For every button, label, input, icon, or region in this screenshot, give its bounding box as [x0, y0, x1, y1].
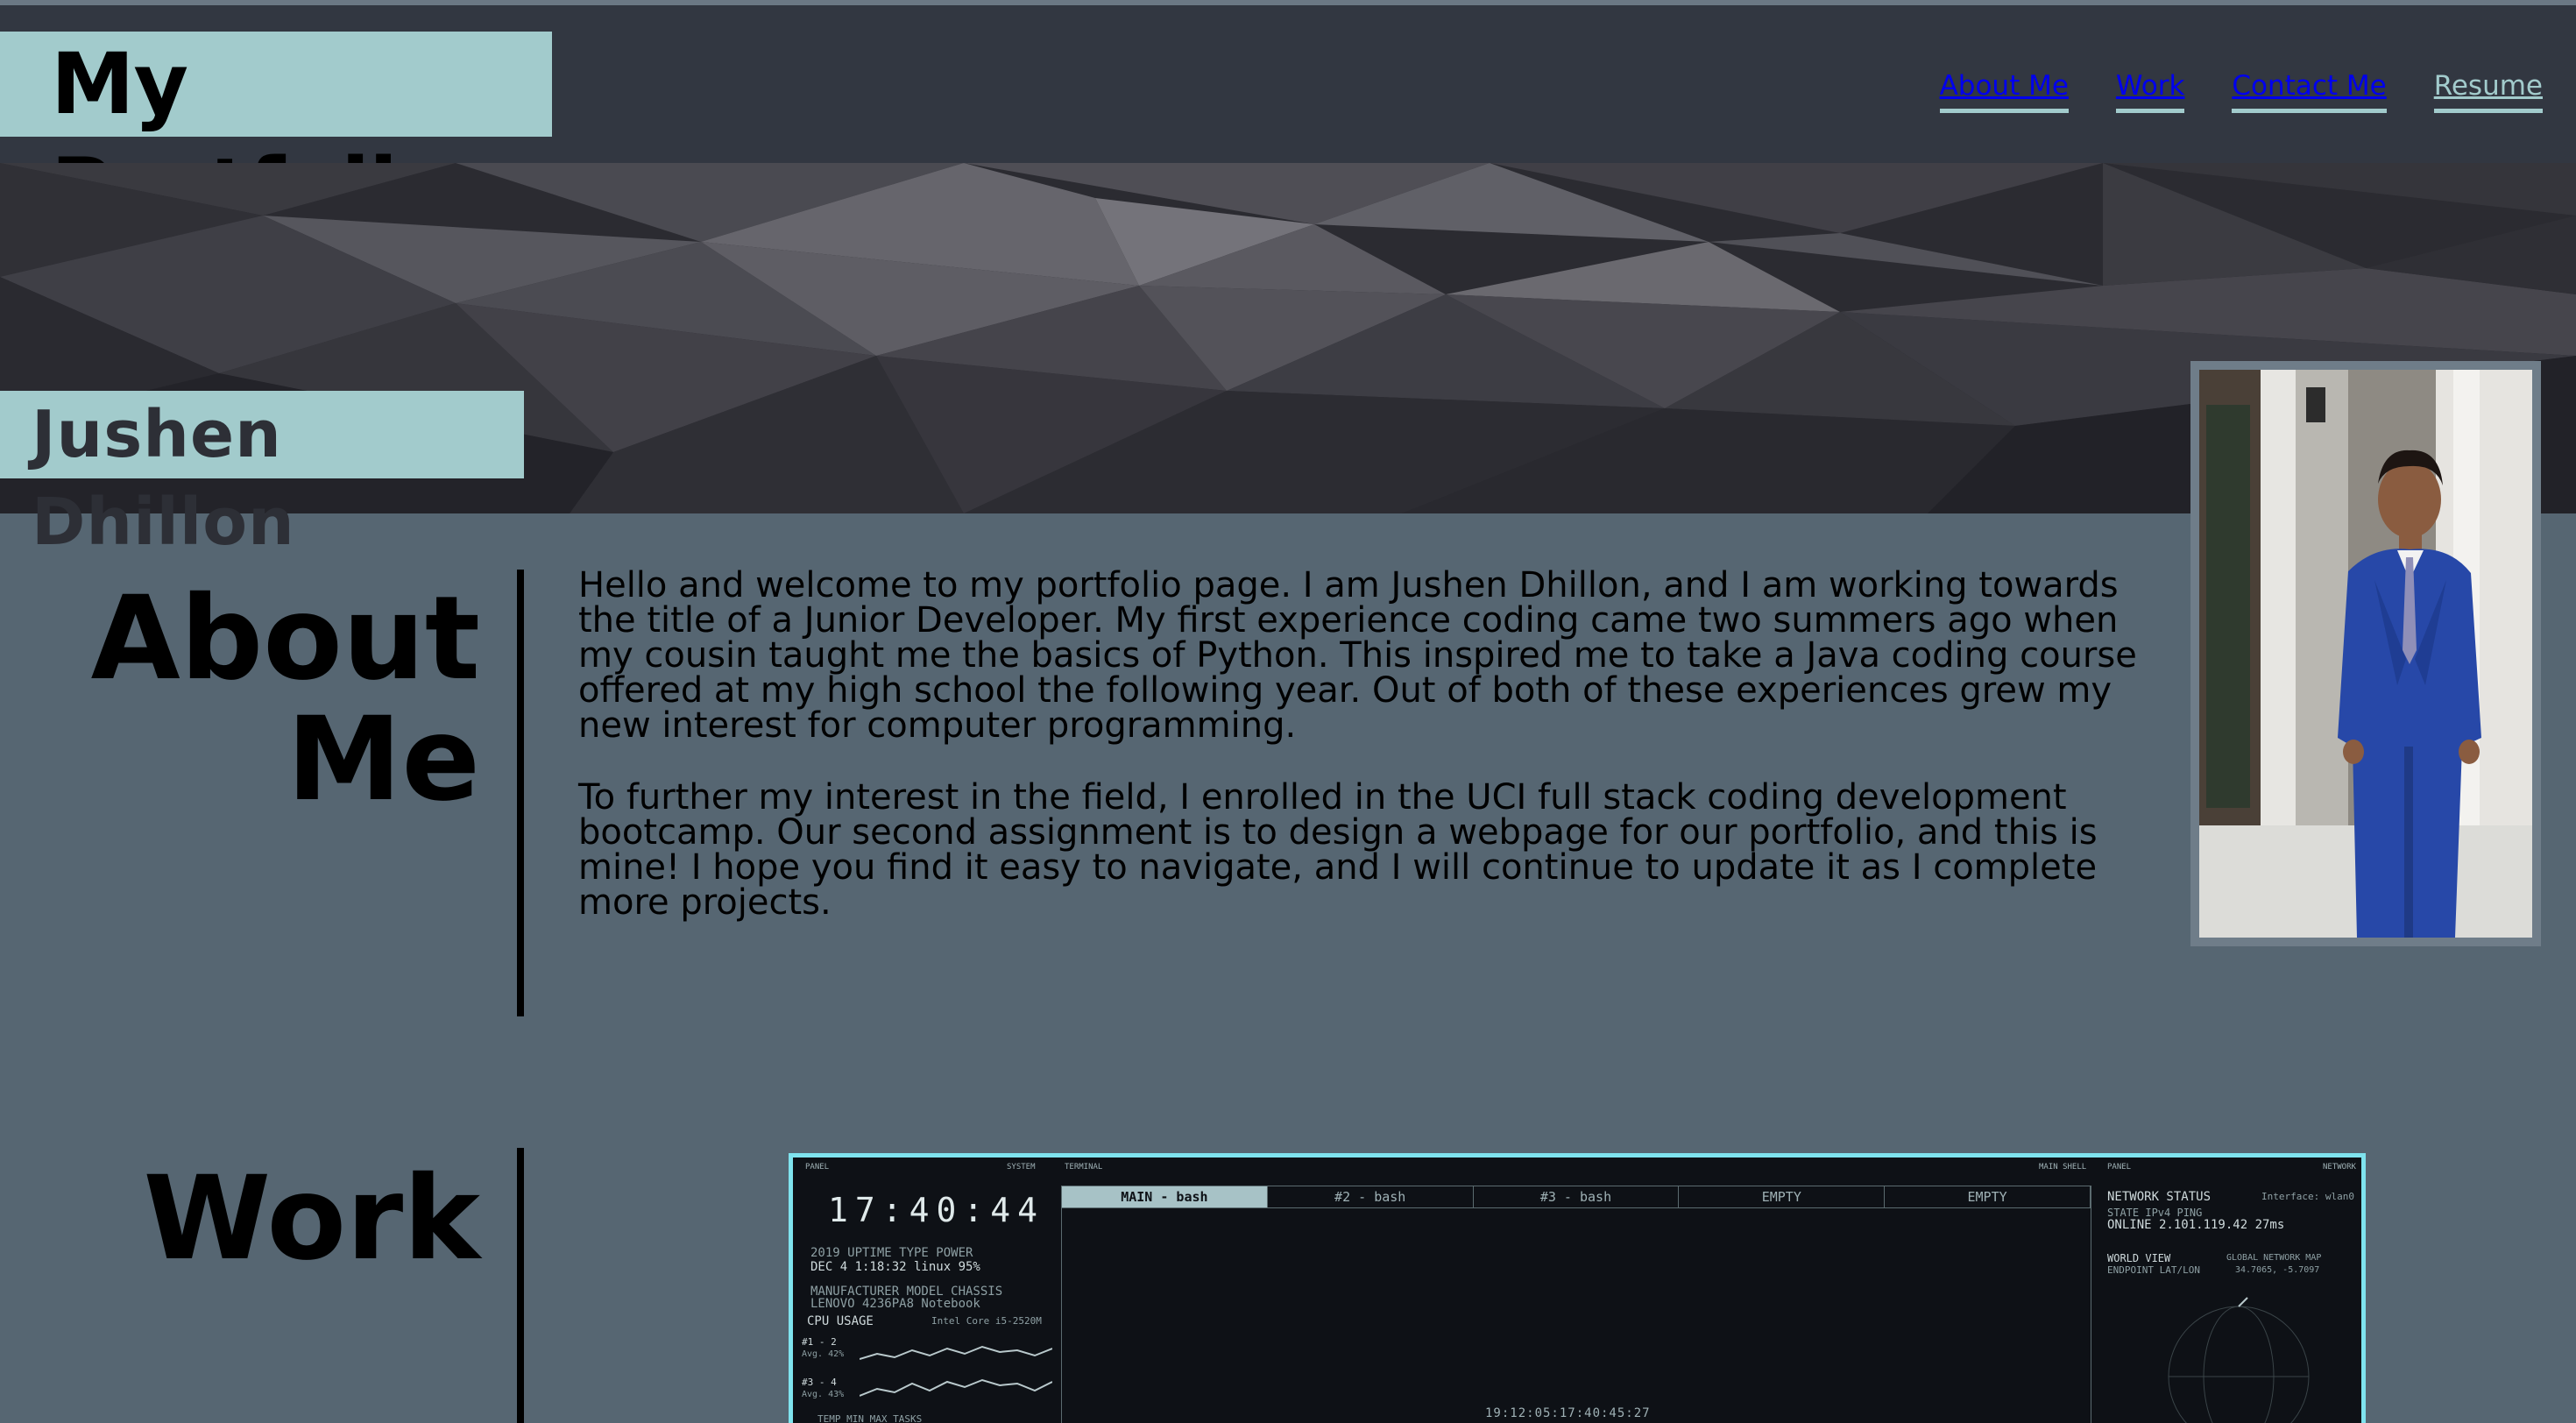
- name-badge: Jushen Dhillon: [0, 391, 524, 560]
- site-title: My Portfolio: [0, 32, 552, 238]
- main-shell-label: MAIN SHELL: [2039, 1163, 2087, 1172]
- work-project-screenshot[interactable]: PANEL SYSTEM TERMINAL MAIN SHELL PANEL N…: [789, 1153, 2366, 1423]
- cpu-row1-avg: Avg. 42%: [802, 1349, 845, 1359]
- terminal-tab-2[interactable]: #2 - bash: [1268, 1186, 1474, 1207]
- cpu-graph: [860, 1345, 1052, 1397]
- cpu-row1: #1 - 2: [802, 1336, 837, 1348]
- system-label: SYSTEM: [1007, 1163, 1036, 1172]
- stats-labels: 2019 UPTIME TYPE POWER: [810, 1246, 973, 1260]
- hw-values: LENOVO 4236PA8 Notebook: [810, 1297, 980, 1311]
- portrait-image: [2199, 370, 2532, 938]
- nav-resume[interactable]: Resume: [2433, 67, 2543, 113]
- nav-about-me[interactable]: About Me: [1939, 67, 2069, 113]
- network-label: NETWORK: [2323, 1163, 2356, 1172]
- network-interface: Interface: wlan0: [2261, 1191, 2354, 1202]
- nav-contact-me[interactable]: Contact Me: [2232, 67, 2387, 113]
- about-divider: [517, 570, 524, 1016]
- terminal-tabs: MAIN - bash #2 - bash #3 - bash EMPTY EM…: [1061, 1186, 2091, 1208]
- world-view-label: WORLD VIEW: [2107, 1252, 2171, 1264]
- hw-labels: MANUFACTURER MODEL CHASSIS: [810, 1285, 1003, 1299]
- about-paragraph-2: To further my interest in the field, I e…: [578, 777, 2098, 923]
- terminal-clock: 17:40:44: [828, 1191, 1045, 1229]
- nav-work[interactable]: Work: [2115, 67, 2185, 113]
- bottom-labels: TEMP MIN MAX TASKS: [817, 1413, 923, 1423]
- endpoint-values: 34.7065, -5.7097: [2235, 1265, 2320, 1275]
- work-divider: [517, 1148, 524, 1423]
- network-state-labels: STATE IPv4 PING: [2107, 1207, 2203, 1219]
- main-nav: About Me Work Contact Me Resume: [1893, 67, 2543, 113]
- work-heading: Work: [143, 1151, 480, 1286]
- panel-label: PANEL: [805, 1163, 830, 1172]
- network-state-values: ONLINE 2.101.119.42 27ms: [2107, 1218, 2285, 1232]
- about-heading-line1: About: [90, 571, 480, 706]
- cpu-label: CPU USAGE: [807, 1314, 874, 1328]
- profile-photo: [2190, 361, 2541, 946]
- terminal-tab-1[interactable]: MAIN - bash: [1062, 1186, 1268, 1207]
- cpu-model: Intel Core i5-2520M: [931, 1315, 1042, 1327]
- network-status: NETWORK STATUS: [2107, 1190, 2212, 1204]
- about-me-heading: About Me: [91, 578, 480, 820]
- terminal-tab-3[interactable]: #3 - bash: [1474, 1186, 1680, 1207]
- site-header: My Portfolio About Me Work Contact Me Re…: [0, 5, 2576, 238]
- cpu-row2-avg: Avg. 43%: [802, 1390, 845, 1399]
- endpoint-label: ENDPOINT LAT/LON: [2107, 1264, 2200, 1276]
- globe-icon: [2168, 1297, 2310, 1423]
- terminal-label: TERMINAL: [1065, 1163, 1103, 1172]
- terminal-footer: 19:12:05:17:40:45:27: [1485, 1406, 1651, 1420]
- terminal-tab-4[interactable]: EMPTY: [1679, 1186, 1886, 1207]
- panel-label-right: PANEL: [2107, 1163, 2132, 1172]
- about-heading-line2: Me: [287, 692, 480, 827]
- about-paragraph-1: Hello and welcome to my portfolio page. …: [578, 565, 2137, 746]
- about-text: Hello and welcome to my portfolio page. …: [578, 568, 2155, 957]
- cpu-row2: #3 - 4: [802, 1377, 837, 1388]
- terminal-tab-5[interactable]: EMPTY: [1885, 1186, 2091, 1207]
- stats-values: DEC 4 1:18:32 linux 95%: [810, 1260, 980, 1274]
- terminal-area: [1061, 1208, 2091, 1423]
- global-map-label: GLOBAL NETWORK MAP: [2226, 1253, 2322, 1263]
